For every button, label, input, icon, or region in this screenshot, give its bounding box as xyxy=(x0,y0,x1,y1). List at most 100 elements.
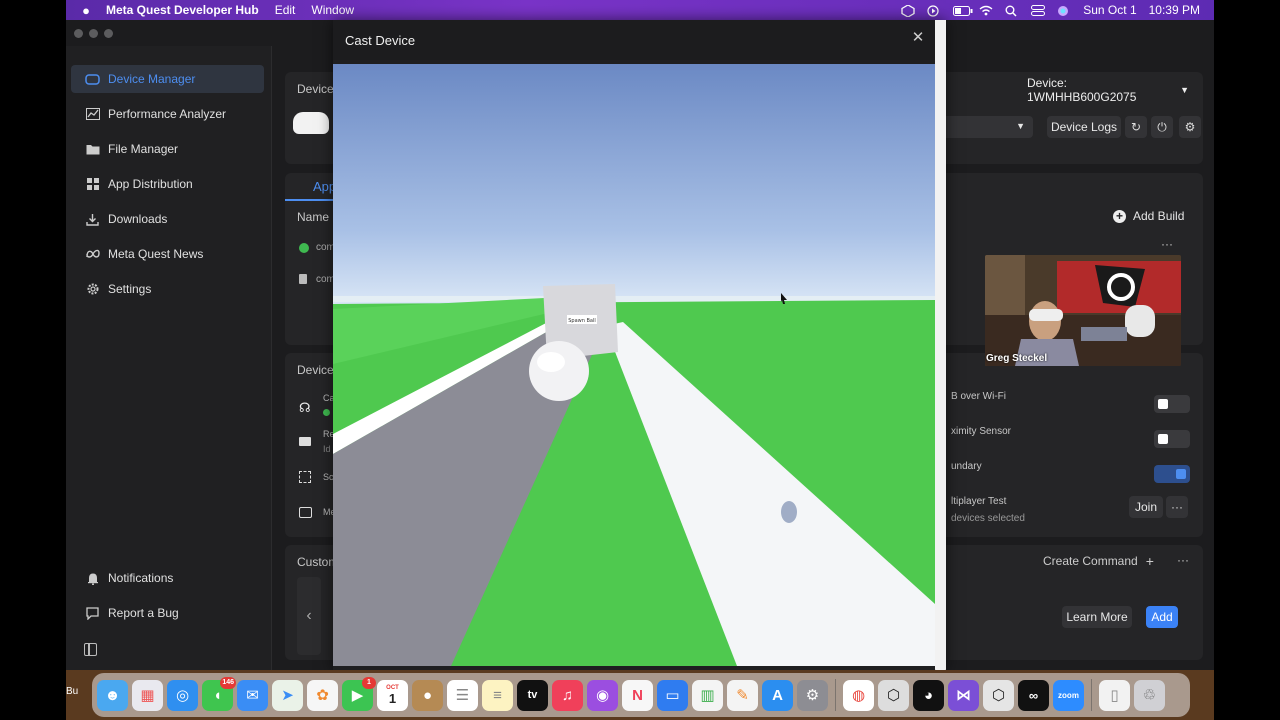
bug-icon xyxy=(85,606,100,620)
cast-scrollbar[interactable] xyxy=(935,20,946,672)
documents-icon[interactable]: ▯ xyxy=(1099,679,1130,711)
join-button[interactable]: Join xyxy=(1129,496,1163,518)
sidebar-item-file-manager[interactable]: File Manager xyxy=(71,135,264,163)
device-select-dropdown[interactable]: Device: 1WMHHB600G2075 ▼ xyxy=(1027,76,1203,104)
chart-icon xyxy=(85,108,100,121)
more-options-icon[interactable]: ··· xyxy=(1161,237,1173,251)
trash-icon[interactable]: ♲ xyxy=(1134,679,1165,711)
maps-icon[interactable]: ➤ xyxy=(272,679,303,711)
pages-icon[interactable]: ✎ xyxy=(727,679,758,711)
sidebar-item-settings[interactable]: Settings xyxy=(71,275,264,303)
calendar-day: 1 xyxy=(388,690,397,706)
sidebar-item-report-bug[interactable]: Report a Bug xyxy=(71,599,264,627)
gear-icon: ⚙ xyxy=(1184,120,1196,134)
app-store-icon[interactable]: A xyxy=(762,679,793,711)
apple-menu-icon[interactable]: ● xyxy=(66,3,106,18)
facetime-icon[interactable]: ▶ 1 xyxy=(342,676,376,711)
sidebar-item-performance-analyzer[interactable]: Performance Analyzer xyxy=(71,100,264,128)
boundary-toggle[interactable] xyxy=(1154,465,1190,483)
quest-headset-image xyxy=(293,112,329,134)
cast-modal-title: Cast Device xyxy=(345,32,416,48)
play-status-icon[interactable] xyxy=(927,4,941,17)
sidebar-item-notifications[interactable]: Notifications xyxy=(71,564,264,592)
add-command-button[interactable]: Add xyxy=(1146,606,1178,628)
add-build-button[interactable]: + Add Build xyxy=(1113,209,1184,223)
system-settings-icon[interactable]: ⚙ xyxy=(797,679,828,711)
launchpad-icon[interactable]: ▦ xyxy=(132,679,163,711)
keynote-icon[interactable]: ▭ xyxy=(657,679,688,711)
create-command-button[interactable]: Create Command + xyxy=(1043,553,1154,569)
news-icon[interactable]: N xyxy=(622,679,653,711)
menu-edit[interactable]: Edit xyxy=(275,3,296,17)
apple-tv-icon[interactable]: tv xyxy=(517,679,548,711)
numbers-icon[interactable]: ▥ xyxy=(692,679,723,711)
device-logs-button[interactable]: Device Logs xyxy=(1047,116,1121,138)
sidebar-item-app-distribution[interactable]: App Distribution xyxy=(71,170,264,198)
menubar-time[interactable]: 10:39 PM xyxy=(1149,3,1200,17)
github-desktop-icon[interactable]: ◕ xyxy=(913,679,944,711)
messages-icon[interactable]: ◖ 146 xyxy=(202,676,236,711)
photos-icon[interactable]: ✿ xyxy=(307,679,338,711)
collapse-sidebar-icon[interactable] xyxy=(84,643,97,656)
more-options-icon[interactable]: ··· xyxy=(1177,553,1189,567)
letterbox-left xyxy=(0,0,66,720)
contacts-icon[interactable]: ● xyxy=(412,679,443,711)
learn-more-button[interactable]: Learn More xyxy=(1062,606,1132,628)
device-settings-button[interactable]: ⚙ xyxy=(1179,116,1201,138)
zoom-icon[interactable]: zoom xyxy=(1053,679,1084,711)
music-icon[interactable]: ♫ xyxy=(552,679,583,711)
unity-icon[interactable]: ⬡ xyxy=(983,679,1014,711)
spotlight-search-icon[interactable] xyxy=(1005,5,1019,17)
menubar-date[interactable]: Sun Oct 1 xyxy=(1083,3,1136,17)
adb-wifi-toggle[interactable] xyxy=(1154,395,1190,413)
cast-stream-view[interactable]: Spawn Ball xyxy=(333,64,935,666)
app-select-dropdown[interactable]: ▼ xyxy=(940,116,1033,138)
running-status-dot xyxy=(299,243,309,253)
podcasts-icon[interactable]: ◉ xyxy=(587,679,618,711)
sidebar-item-label: File Manager xyxy=(108,142,179,156)
dock-separator xyxy=(835,679,836,711)
mac-menu-bar: ● Meta Quest Developer Hub Edit Window S… xyxy=(66,0,1214,20)
screenshot-row-label[interactable]: Sc xyxy=(323,472,334,482)
battery-icon[interactable] xyxy=(953,5,973,16)
power-button[interactable]: ⏻ xyxy=(1151,116,1173,138)
menu-app-name[interactable]: Meta Quest Developer Hub xyxy=(106,3,259,17)
proximity-sensor-label: ximity Sensor xyxy=(951,426,1012,437)
chrome-icon[interactable]: ◍ xyxy=(843,679,874,711)
multiplayer-test-label: ltiplayer Test xyxy=(951,496,1007,507)
unity-status-icon[interactable] xyxy=(901,3,915,18)
close-icon[interactable]: ✕ xyxy=(910,30,926,46)
finder-icon[interactable]: ☻ xyxy=(97,679,128,711)
refresh-button[interactable]: ↻ xyxy=(1125,116,1147,138)
notes-icon[interactable]: ≡ xyxy=(482,679,513,711)
unity-hub-icon[interactable]: ⬡ xyxy=(878,679,909,711)
minimize-window-button[interactable] xyxy=(89,28,98,38)
sidebar-item-label: Performance Analyzer xyxy=(108,107,227,121)
sidebar-item-downloads[interactable]: Downloads xyxy=(71,205,264,233)
sidebar-item-label: Downloads xyxy=(108,212,168,226)
close-window-button[interactable] xyxy=(74,28,83,38)
reminders-icon[interactable]: ☰ xyxy=(447,679,478,711)
sidebar-item-meta-quest-news[interactable]: Meta Quest News xyxy=(71,240,264,268)
meta-quest-hub-icon[interactable]: ∞ xyxy=(1018,679,1049,711)
visual-studio-icon[interactable]: ⋈ xyxy=(948,679,979,711)
menu-window[interactable]: Window xyxy=(311,3,354,17)
tab-apps[interactable]: App xyxy=(285,173,336,201)
device-select-label: Device: 1WMHHB600G2075 xyxy=(1027,76,1137,104)
siri-icon[interactable] xyxy=(1057,5,1071,16)
mail-icon[interactable]: ✉ xyxy=(237,679,268,711)
multiplayer-more-button[interactable]: ··· xyxy=(1166,496,1188,518)
boundary-label: undary xyxy=(951,461,982,472)
zoom-label: zoom xyxy=(1058,690,1079,700)
sidebar-item-device-manager[interactable]: Device Manager xyxy=(71,65,264,93)
calendar-icon[interactable]: OCT 1 xyxy=(377,679,408,711)
refresh-icon: ↻ xyxy=(1130,120,1142,134)
proximity-sensor-toggle[interactable] xyxy=(1154,430,1190,448)
wifi-icon[interactable] xyxy=(979,5,993,16)
zoom-window-button[interactable] xyxy=(104,28,113,38)
carousel-prev-button[interactable]: ‹ xyxy=(297,577,321,655)
control-center-icon[interactable] xyxy=(1031,4,1046,16)
caret-down-icon: ▼ xyxy=(1180,85,1189,95)
cast-device-modal: Cast Device ✕ Spawn Ball xyxy=(333,20,946,672)
safari-icon[interactable]: ◎ xyxy=(167,679,198,711)
